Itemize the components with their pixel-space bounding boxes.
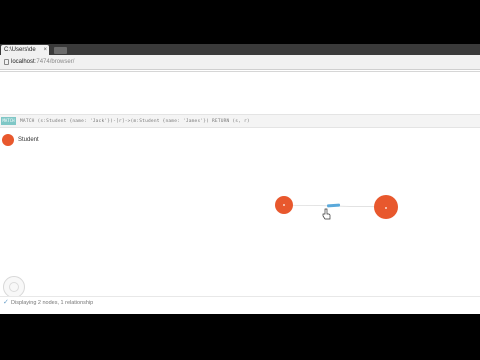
status-text: Displaying 2 nodes, 1 relationship bbox=[11, 300, 94, 306]
student-node-target-dot bbox=[385, 207, 387, 209]
check-icon: ✓ bbox=[3, 299, 9, 306]
status-bar: ✓ Displaying 2 nodes, 1 relationship bbox=[0, 296, 480, 310]
student-node-source-dot bbox=[283, 204, 285, 206]
graph-canvas[interactable] bbox=[0, 44, 480, 314]
relationship-highlight[interactable] bbox=[327, 203, 341, 208]
logo-watermark bbox=[3, 276, 25, 298]
letterbox-bottom bbox=[0, 314, 480, 360]
logo-watermark-inner bbox=[9, 282, 19, 292]
letterbox-top bbox=[0, 0, 480, 44]
browser-window: C:\Users\de × localhost:7474/browser/ MA… bbox=[0, 44, 480, 314]
student-node-target[interactable] bbox=[374, 195, 398, 219]
cursor-hand-icon bbox=[322, 208, 331, 220]
